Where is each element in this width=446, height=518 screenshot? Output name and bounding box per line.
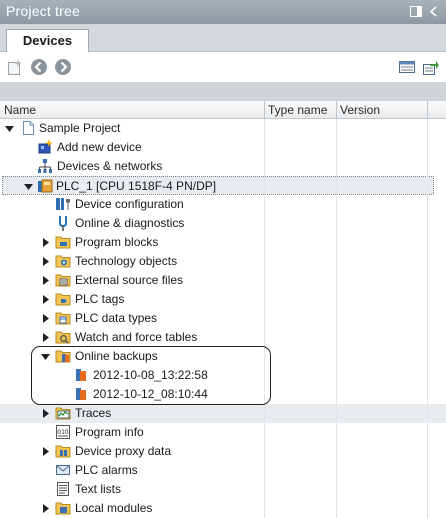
caret-down-icon[interactable] (5, 124, 14, 133)
backup-icon (76, 388, 86, 400)
tree-row-device-proxy-data[interactable]: Device proxy data (0, 442, 446, 461)
tree-row-online-diagnostics[interactable]: Online & diagnostics (0, 214, 446, 233)
column-name[interactable]: Name (4, 103, 36, 117)
back-icon[interactable] (30, 58, 48, 76)
svg-text:010: 010 (57, 429, 69, 436)
tab-strip: Devices (0, 24, 446, 53)
caret-right-icon[interactable] (41, 447, 50, 456)
column-divider (427, 119, 428, 518)
toolbar (0, 52, 446, 82)
tree-row-plc-data-types[interactable]: PLC data types (0, 309, 446, 328)
caret-down-icon[interactable] (41, 352, 50, 361)
alarms-icon (56, 465, 70, 475)
forward-icon[interactable] (54, 58, 72, 76)
folder-icon (55, 293, 71, 306)
caret-right-icon[interactable] (41, 504, 50, 513)
column-type-name[interactable]: Type name (268, 103, 327, 117)
caret-down-icon[interactable] (24, 182, 33, 191)
tab-devices[interactable]: Devices (6, 29, 89, 53)
column-version[interactable]: Version (340, 103, 380, 117)
tree-row-technology-objects[interactable]: Technology objects (0, 252, 446, 271)
project-tree: Sample Project Add new device Devices & … (0, 119, 446, 518)
tree-row-plc-tags[interactable]: PLC tags (0, 290, 446, 309)
device-config-icon (56, 198, 70, 210)
tree-row-local-modules[interactable]: Local modules (0, 499, 446, 518)
tree-row-program-info[interactable]: 010 Program info (0, 423, 446, 442)
caret-right-icon[interactable] (41, 333, 50, 342)
caret-right-icon[interactable] (41, 295, 50, 304)
caret-right-icon[interactable] (41, 257, 50, 266)
column-divider (336, 119, 337, 518)
table-view-icon[interactable] (398, 58, 416, 76)
collapse-arrow-icon[interactable] (428, 5, 440, 18)
toolbar-separator (0, 82, 446, 101)
add-device-icon (38, 139, 53, 154)
caret-right-icon[interactable] (41, 409, 50, 418)
tree-row-plc-1[interactable]: PLC_1 [CPU 1518F-4 PN/DP] (2, 176, 434, 195)
layout-icon[interactable] (410, 5, 422, 18)
title-bar: Project tree (0, 0, 446, 24)
folder-icon (55, 502, 71, 515)
backup-icon (76, 369, 86, 381)
plc-icon (38, 179, 53, 193)
tree-row-backup-1[interactable]: 2012-10-08_13:22:58 (0, 366, 446, 385)
tree-row-online-backups[interactable]: Online backups (0, 347, 446, 366)
tree-row-traces[interactable]: Traces (0, 404, 446, 423)
tree-row-devices-networks[interactable]: Devices & networks (0, 157, 446, 176)
folder-icon (55, 445, 71, 458)
tree-row-watch-force-tables[interactable]: Watch and force tables (0, 328, 446, 347)
tree-row-text-lists[interactable]: Text lists (0, 480, 446, 499)
tree-row-backup-2[interactable]: 2012-10-12_08:10:44 (0, 385, 446, 404)
folder-icon (55, 312, 71, 325)
tree-row-sample-project[interactable]: Sample Project (0, 119, 446, 138)
text-lists-icon (57, 482, 69, 496)
tree-row-external-source-files[interactable]: External source files (0, 271, 446, 290)
caret-right-icon[interactable] (41, 238, 50, 247)
caret-right-icon[interactable] (41, 276, 50, 285)
project-icon (23, 121, 34, 135)
diagnostics-icon (59, 216, 67, 231)
tree-row-device-configuration[interactable]: Device configuration (0, 195, 446, 214)
tree-row-add-new-device[interactable]: Add new device (0, 138, 446, 157)
folder-icon (55, 331, 71, 344)
tree-row-program-blocks[interactable]: Program blocks (0, 233, 446, 252)
new-item-icon[interactable] (6, 58, 24, 76)
program-info-icon: 010 (56, 425, 70, 439)
tree-row-plc-alarms[interactable]: PLC alarms (0, 461, 446, 480)
folder-icon (55, 274, 71, 287)
traces-icon (55, 407, 71, 420)
export-icon[interactable] (421, 58, 439, 76)
column-divider (264, 119, 265, 518)
column-header: Name Type name Version (0, 101, 446, 119)
backup-folder-icon (55, 350, 71, 363)
network-icon (38, 159, 52, 173)
folder-icon (55, 236, 71, 249)
caret-right-icon[interactable] (41, 314, 50, 323)
folder-icon (55, 255, 71, 268)
window-title: Project tree (6, 3, 80, 19)
